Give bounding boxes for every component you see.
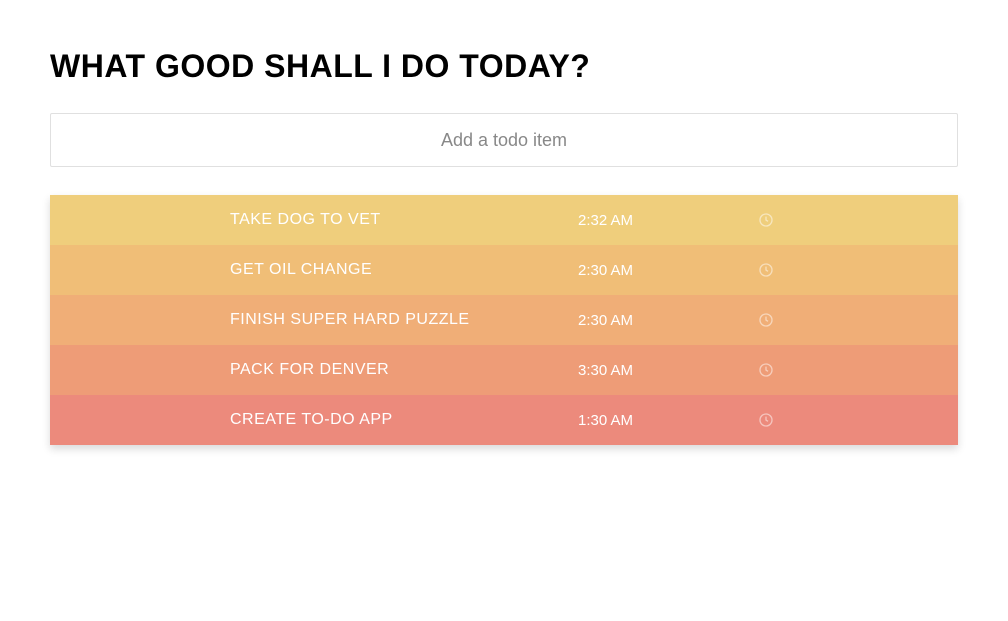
todo-clock-button[interactable] <box>758 312 958 328</box>
clock-icon <box>758 212 774 228</box>
todo-row[interactable]: FINISH SUPER HARD PUZZLE2:30 AM <box>50 295 958 345</box>
todo-text: PACK FOR DENVER <box>230 361 578 379</box>
todo-time: 3:30 AM <box>578 362 758 379</box>
todo-text: TAKE DOG TO VET <box>230 211 578 229</box>
todo-time: 2:30 AM <box>578 262 758 279</box>
todo-text: FINISH SUPER HARD PUZZLE <box>230 311 578 329</box>
clock-icon <box>758 262 774 278</box>
todo-list: TAKE DOG TO VET2:32 AMGET OIL CHANGE2:30… <box>50 195 958 445</box>
todo-clock-button[interactable] <box>758 362 958 378</box>
add-todo-input[interactable] <box>50 113 958 167</box>
todo-time: 1:30 AM <box>578 412 758 429</box>
todo-time: 2:32 AM <box>578 212 758 229</box>
todo-clock-button[interactable] <box>758 262 958 278</box>
todo-clock-button[interactable] <box>758 412 958 428</box>
page-title: WHAT GOOD SHALL I DO TODAY? <box>50 48 958 85</box>
clock-icon <box>758 362 774 378</box>
todo-row[interactable]: GET OIL CHANGE2:30 AM <box>50 245 958 295</box>
todo-row[interactable]: TAKE DOG TO VET2:32 AM <box>50 195 958 245</box>
todo-row[interactable]: PACK FOR DENVER3:30 AM <box>50 345 958 395</box>
clock-icon <box>758 312 774 328</box>
todo-clock-button[interactable] <box>758 212 958 228</box>
todo-text: CREATE TO-DO APP <box>230 411 578 429</box>
todo-row[interactable]: CREATE TO-DO APP1:30 AM <box>50 395 958 445</box>
todo-time: 2:30 AM <box>578 312 758 329</box>
clock-icon <box>758 412 774 428</box>
todo-text: GET OIL CHANGE <box>230 261 578 279</box>
